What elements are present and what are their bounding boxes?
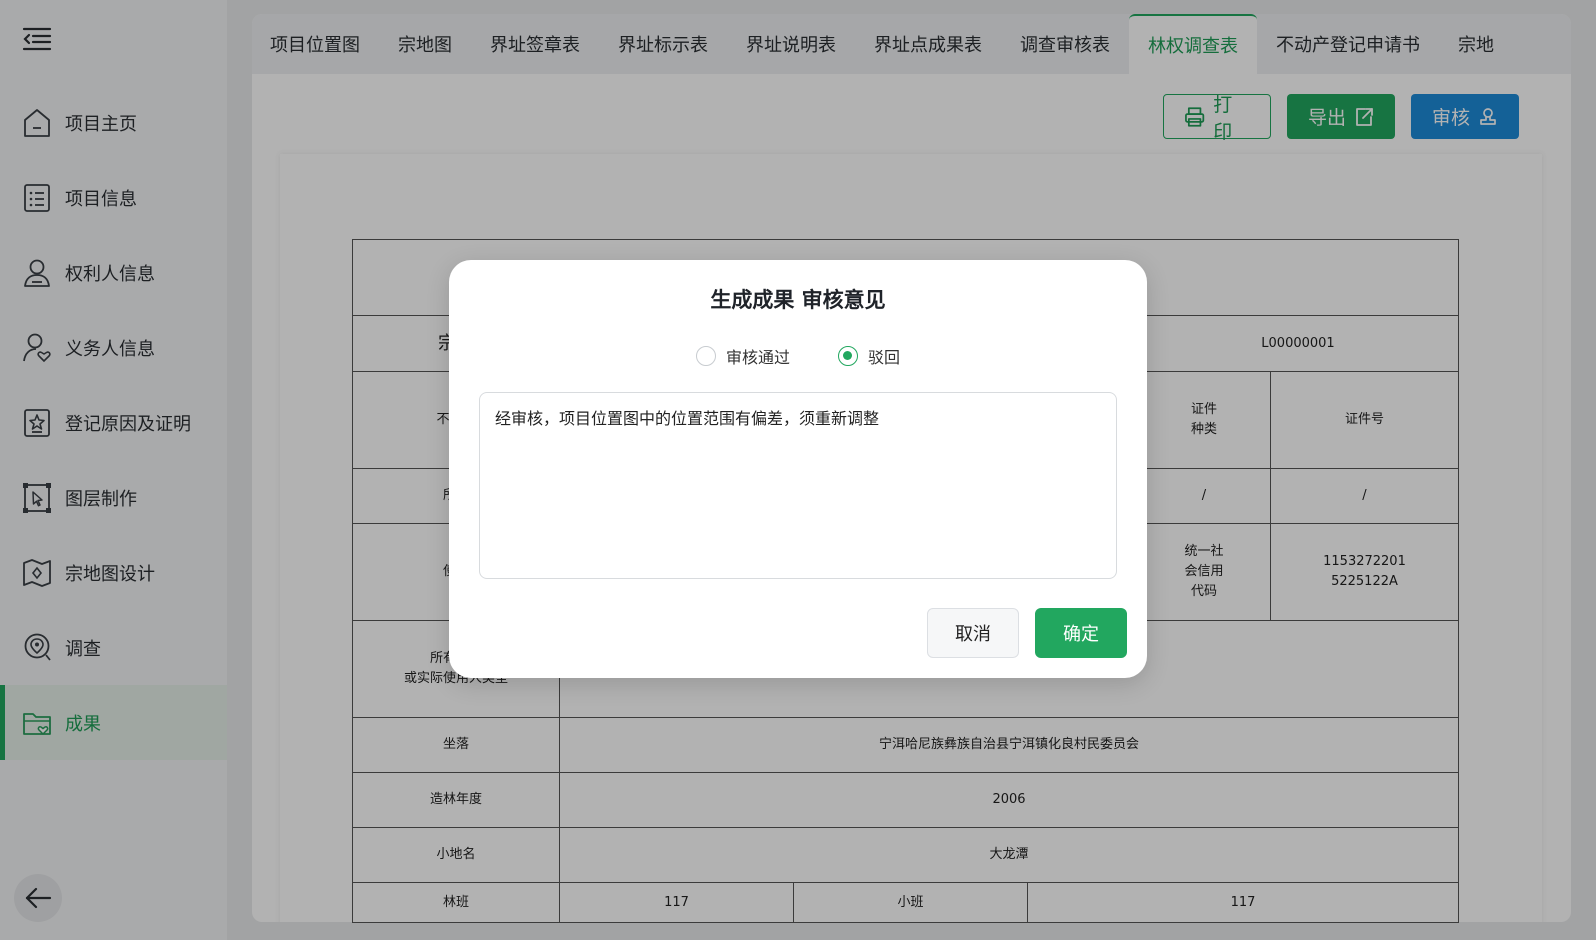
- radio-pass-circle[interactable]: [695, 346, 716, 366]
- review-comment-input[interactable]: 经审核，项目位置图中的位置范围有偏差，须重新调整: [479, 392, 1117, 579]
- review-opinion-dialog: 生成成果 审核意见 审核通过 驳回 经审核，项目位置图中的位置范围有偏差，须重新…: [449, 260, 1147, 678]
- radio-reject-circle[interactable]: [838, 346, 858, 366]
- dialog-actions: 取消 确定: [927, 608, 1127, 658]
- radio-reject[interactable]: 驳回: [838, 344, 900, 368]
- review-result-radio-group: 审核通过 驳回: [449, 344, 1147, 368]
- radio-pass[interactable]: 审核通过: [695, 344, 790, 368]
- dialog-title: 生成成果 审核意见: [710, 288, 886, 312]
- cancel-button[interactable]: 取消: [927, 608, 1019, 658]
- radio-pass-label: 审核通过: [725, 348, 790, 367]
- confirm-button[interactable]: 确定: [1035, 608, 1127, 658]
- radio-reject-label: 驳回: [868, 348, 901, 367]
